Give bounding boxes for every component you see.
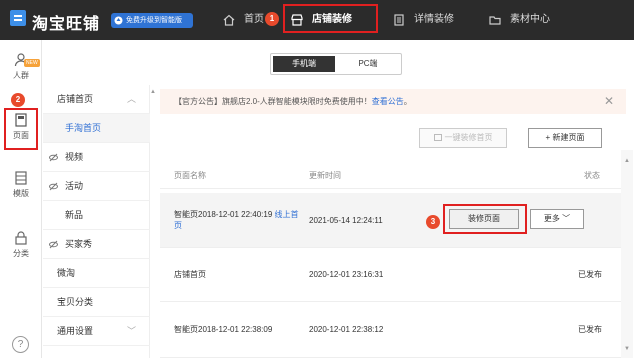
sidebar-item-categories[interactable]: 分类: [0, 230, 42, 259]
hidden-eye-icon: [49, 153, 58, 162]
subnav-activity[interactable]: 活动: [43, 172, 150, 201]
row-status: 已发布: [578, 270, 602, 279]
notice-link[interactable]: 查看公告: [372, 97, 404, 106]
left-sidebar: 人群 NEW 页面 模版 分类 ?: [0, 40, 42, 358]
row-update-time: 2021-05-14 12:24:11: [309, 216, 383, 225]
chevron-down-icon: ﹀: [562, 214, 571, 223]
chevron-down-icon: ﹀: [126, 326, 136, 336]
row-page-name: 智能页2018-12-01 22:40:19 线上首页: [174, 209, 304, 231]
subnav-weitao[interactable]: 微淘: [43, 259, 150, 288]
subnav-new-items-label: 新品: [65, 210, 84, 220]
subnav-buyer-show[interactable]: 买家秀: [43, 230, 150, 259]
nav-material-label: 素材中心: [510, 14, 550, 25]
toggle-pc[interactable]: PC端: [337, 56, 399, 72]
table-row: 店铺首页 2020-12-01 23:16:31 已发布: [160, 248, 621, 302]
device-toggle: 手机端 PC端: [270, 53, 402, 75]
subnav-mobile-home-label: 手淘首页: [65, 123, 102, 133]
folder-icon: [489, 16, 501, 25]
page-subnav: 店铺首页 ︿ 手淘首页 视频 活动 新品 买家秀 微淘 宝贝分类 通用设置 ﹀: [43, 85, 150, 358]
subnav-shop-home-label: 店铺首页: [57, 94, 94, 104]
one-click-decorate-button[interactable]: 一键装修首页: [419, 128, 507, 148]
subnav-video-label: 视频: [65, 152, 84, 162]
template-icon: [15, 171, 27, 185]
nav-material-center[interactable]: 素材中心: [488, 10, 568, 30]
upgrade-button[interactable]: 免费升级到智能版: [111, 13, 193, 28]
annotation-badge-1: 1: [265, 12, 279, 26]
nav-detail-label: 详情装修: [414, 14, 454, 25]
new-badge: NEW: [24, 59, 40, 67]
table-scrollbar[interactable]: ▲ ▼: [621, 150, 633, 358]
row-page-name-text: 智能页2018-12-01 22:40:19: [174, 210, 273, 219]
annotation-badge-2: 2: [11, 93, 25, 107]
highlight-pages: [4, 108, 38, 150]
more-label: 更多: [543, 214, 560, 223]
subnav-shop-home[interactable]: 店铺首页 ︿: [43, 85, 150, 114]
sidebar-item-audience[interactable]: 人群 NEW: [0, 52, 42, 81]
sidebar-item-templates-label: 模版: [13, 189, 29, 198]
new-page-button[interactable]: + 新建页面: [528, 128, 602, 148]
lock-icon: [15, 231, 27, 245]
detail-doc-icon: [394, 14, 404, 26]
one-click-icon: [433, 134, 442, 142]
subnav-weitao-label: 微淘: [57, 268, 76, 278]
scroll-down-icon[interactable]: ▼: [624, 346, 630, 352]
subnav-video[interactable]: 视频: [43, 143, 150, 172]
hidden-eye-icon: [49, 182, 58, 191]
table-row: 智能页2018-12-01 22:38:09 2020-12-01 22:38:…: [160, 302, 621, 358]
help-button[interactable]: ?: [12, 336, 29, 353]
brand-title: 淘宝旺铺: [32, 16, 101, 33]
toggle-mobile[interactable]: 手机端: [273, 56, 335, 72]
chevron-up-icon: ︿: [126, 94, 136, 104]
subnav-activity-label: 活动: [65, 181, 84, 191]
subnav-general-settings-label: 通用设置: [57, 326, 94, 336]
highlight-decorate-page: [443, 204, 527, 234]
upgrade-icon: [114, 16, 123, 25]
header-update-time: 更新时间: [309, 171, 341, 180]
subnav-mobile-home[interactable]: 手淘首页: [43, 114, 150, 143]
highlight-shop-decoration: [283, 4, 378, 33]
notice-text: 【官方公告】旗舰店2.0-人群智能模块限时免费使用中！: [174, 97, 372, 106]
taobao-logo-icon: [10, 10, 26, 26]
nav-detail-decoration[interactable]: 详情装修: [392, 10, 472, 30]
nav-home-label: 首页: [244, 14, 264, 25]
header-divider: [160, 188, 621, 189]
subnav-item-category-label: 宝贝分类: [57, 297, 94, 307]
one-click-decorate-label: 一键装修首页: [444, 133, 493, 142]
sidebar-item-audience-label: 人群: [13, 71, 29, 80]
hidden-eye-icon: [49, 240, 58, 249]
annotation-badge-3: 3: [426, 215, 440, 229]
header-status: 状态: [584, 171, 600, 180]
notice-banner: 【官方公告】旗舰店2.0-人群智能模块限时免费使用中！查看公告。 ✕: [160, 89, 626, 114]
sidebar-item-categories-label: 分类: [13, 249, 29, 258]
header-page-name: 页面名称: [174, 171, 206, 180]
more-dropdown-button[interactable]: 更多 ﹀: [530, 209, 584, 229]
row-page-name: 智能页2018-12-01 22:38:09: [174, 325, 273, 334]
close-icon[interactable]: ✕: [604, 89, 614, 114]
subnav-item-category[interactable]: 宝贝分类: [43, 288, 150, 317]
row-update-time: 2020-12-01 22:38:12: [309, 325, 384, 334]
row-update-time: 2020-12-01 23:16:31: [309, 270, 384, 279]
row-page-name: 店铺首页: [174, 270, 206, 279]
sidebar-item-templates[interactable]: 模版: [0, 170, 42, 199]
upgrade-label: 免费升级到智能版: [126, 17, 182, 24]
subnav-buyer-show-label: 买家秀: [65, 239, 93, 249]
row-status: 已发布: [578, 325, 602, 334]
subnav-general-settings[interactable]: 通用设置 ﹀: [43, 317, 150, 346]
notice-suffix: 。: [403, 97, 412, 106]
scroll-up-icon[interactable]: ▲: [624, 158, 630, 164]
subnav-new-items[interactable]: 新品: [43, 201, 150, 230]
subnav-scroll-up-icon[interactable]: ▲: [150, 89, 156, 95]
home-icon: [223, 14, 235, 26]
